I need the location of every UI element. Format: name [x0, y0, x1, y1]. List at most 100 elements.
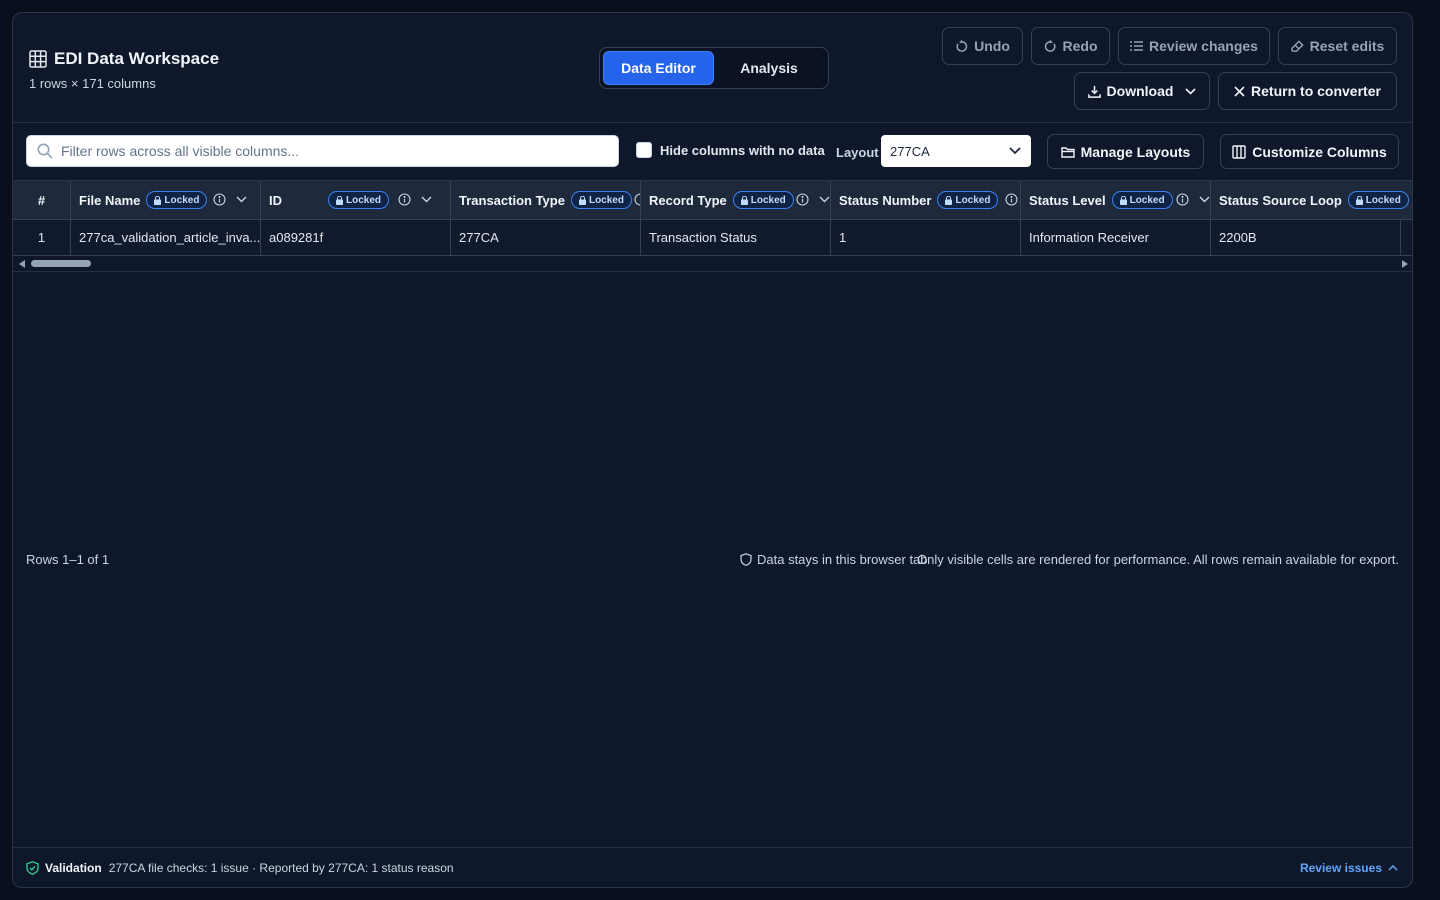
chevron-down-icon[interactable] [1199, 196, 1210, 203]
table-row[interactable]: 1 277ca_validation_article_inva... a0892… [13, 220, 1412, 256]
tab-analysis[interactable]: Analysis [714, 51, 824, 85]
column-title: Transaction Type [459, 192, 565, 208]
row-number-cell: 1 [13, 220, 71, 255]
status-source-loop-cell[interactable]: 2200B [1211, 220, 1401, 255]
undo-button[interactable]: Undo [942, 27, 1023, 65]
validation-summary: 277CA file checks: 1 issue · Reported by… [108, 860, 454, 875]
manage-layouts-label: Manage Layouts [1080, 143, 1191, 160]
folder-icon [1060, 146, 1075, 158]
column-header-file-name[interactable]: File Name Locked [71, 181, 261, 219]
locked-badge: Locked [732, 191, 794, 209]
chevron-up-icon [1388, 865, 1398, 871]
search-box [26, 135, 619, 167]
hide-empty-columns-label: Hide columns with no data [660, 142, 825, 158]
filter-toolbar: Hide columns with no data Layout 277CA M… [13, 123, 1412, 180]
undo-label: Undo [974, 38, 1010, 54]
info-icon[interactable] [1176, 193, 1189, 206]
download-button[interactable]: Download [1074, 72, 1210, 110]
lock-icon [336, 195, 343, 205]
shield-icon [740, 553, 752, 566]
grid-footer: Rows 1–1 of 1 Data stays in this browser… [13, 551, 1412, 571]
column-title: Status Source Loop [1219, 192, 1342, 208]
customize-columns-label: Customize Columns [1252, 143, 1387, 160]
workspace-frame: EDI Data Workspace 1 rows × 171 columns … [12, 12, 1413, 888]
rows-count: Rows 1–1 of 1 [26, 552, 110, 567]
grid-header-row: # File Name Locked ID Locked Transaction… [13, 180, 1412, 220]
info-icon[interactable] [634, 193, 641, 206]
id-cell[interactable]: a089281f [261, 220, 451, 255]
column-title: File Name [79, 192, 141, 208]
filter-rows-input[interactable] [61, 143, 601, 159]
chevron-down-icon[interactable] [421, 196, 432, 203]
column-header-row-number: # [13, 181, 71, 219]
review-changes-button[interactable]: Review changes [1118, 27, 1270, 65]
redo-icon [1044, 39, 1055, 52]
columns-icon [1232, 144, 1246, 159]
layout-select-value: 277CA [890, 143, 930, 159]
chevron-down-icon[interactable] [819, 196, 830, 203]
validation-label: Validation [45, 860, 102, 875]
manage-layouts-button[interactable]: Manage Layouts [1047, 134, 1204, 169]
column-header-status-level[interactable]: Status Level Locked [1021, 181, 1211, 219]
dataset-size: 1 rows × 171 columns [29, 76, 156, 91]
column-title: Record Type [649, 192, 727, 208]
column-header-id[interactable]: ID Locked [261, 181, 451, 219]
return-to-converter-button[interactable]: Return to converter [1218, 72, 1397, 110]
reset-edits-button[interactable]: Reset edits [1278, 27, 1397, 65]
info-icon[interactable] [1005, 193, 1018, 206]
privacy-note: Data stays in this browser tab [740, 552, 928, 567]
column-header-status-number[interactable]: Status Number Locked [831, 181, 1021, 219]
lock-icon [578, 195, 586, 205]
locked-badge: Locked [1347, 191, 1409, 209]
mode-switch: Data Editor Analysis [599, 47, 829, 89]
transaction-type-cell[interactable]: 277CA [451, 220, 641, 255]
table-grid-icon [29, 50, 47, 68]
lock-icon [1355, 195, 1363, 205]
horizontal-scrollbar[interactable] [13, 256, 1412, 272]
locked-badge: Locked [328, 191, 390, 209]
chevron-down-icon [1009, 147, 1021, 155]
column-header-record-type[interactable]: Record Type Locked [641, 181, 831, 219]
layout-label: Layout [836, 145, 879, 160]
redo-button[interactable]: Redo [1031, 27, 1110, 65]
layout-select[interactable]: 277CA [881, 135, 1031, 167]
performance-note: Only visible cells are rendered for perf… [917, 552, 1399, 567]
undo-icon [956, 39, 968, 52]
shield-check-icon [26, 860, 39, 875]
chevron-down-icon [1185, 87, 1197, 95]
record-type-cell[interactable]: Transaction Status [641, 220, 831, 255]
review-changes-label: Review changes [1149, 38, 1258, 54]
page-title: EDI Data Workspace [54, 49, 220, 68]
info-icon[interactable] [213, 193, 226, 206]
locked-badge: Locked [1111, 191, 1173, 209]
lock-icon [154, 195, 162, 205]
close-icon [1234, 85, 1245, 97]
validation-bar: Validation 277CA file checks: 1 issue · … [13, 847, 1412, 887]
scrollbar-thumb[interactable] [31, 260, 91, 267]
customize-columns-button[interactable]: Customize Columns [1220, 134, 1399, 169]
lock-icon [1119, 195, 1127, 205]
review-issues-button[interactable]: Review issues [1300, 861, 1398, 875]
column-title: Status Number [839, 192, 932, 208]
tab-data-editor[interactable]: Data Editor [603, 51, 714, 85]
column-title: Status Level [1029, 192, 1106, 208]
status-number-cell[interactable]: 1 [831, 220, 1021, 255]
column-title: ID [269, 192, 282, 208]
scroll-right-icon[interactable] [1402, 260, 1408, 268]
locked-badge: Locked [146, 191, 208, 209]
column-header-status-source-loop[interactable]: Status Source Loop Locked [1211, 181, 1412, 219]
eraser-icon [1290, 39, 1304, 52]
hide-empty-columns-checkbox[interactable] [636, 142, 652, 158]
status-level-cell[interactable]: Information Receiver [1021, 220, 1211, 255]
return-label: Return to converter [1251, 83, 1381, 99]
file-name-cell[interactable]: 277ca_validation_article_inva... [71, 220, 261, 255]
search-icon [37, 143, 53, 159]
download-icon [1087, 85, 1101, 98]
column-header-transaction-type[interactable]: Transaction Type Locked [451, 181, 641, 219]
info-icon[interactable] [796, 193, 809, 206]
chevron-down-icon[interactable] [236, 196, 247, 203]
list-icon [1130, 41, 1144, 51]
reset-edits-label: Reset edits [1309, 38, 1385, 54]
scroll-left-icon[interactable] [19, 260, 25, 268]
info-icon[interactable] [398, 193, 411, 206]
